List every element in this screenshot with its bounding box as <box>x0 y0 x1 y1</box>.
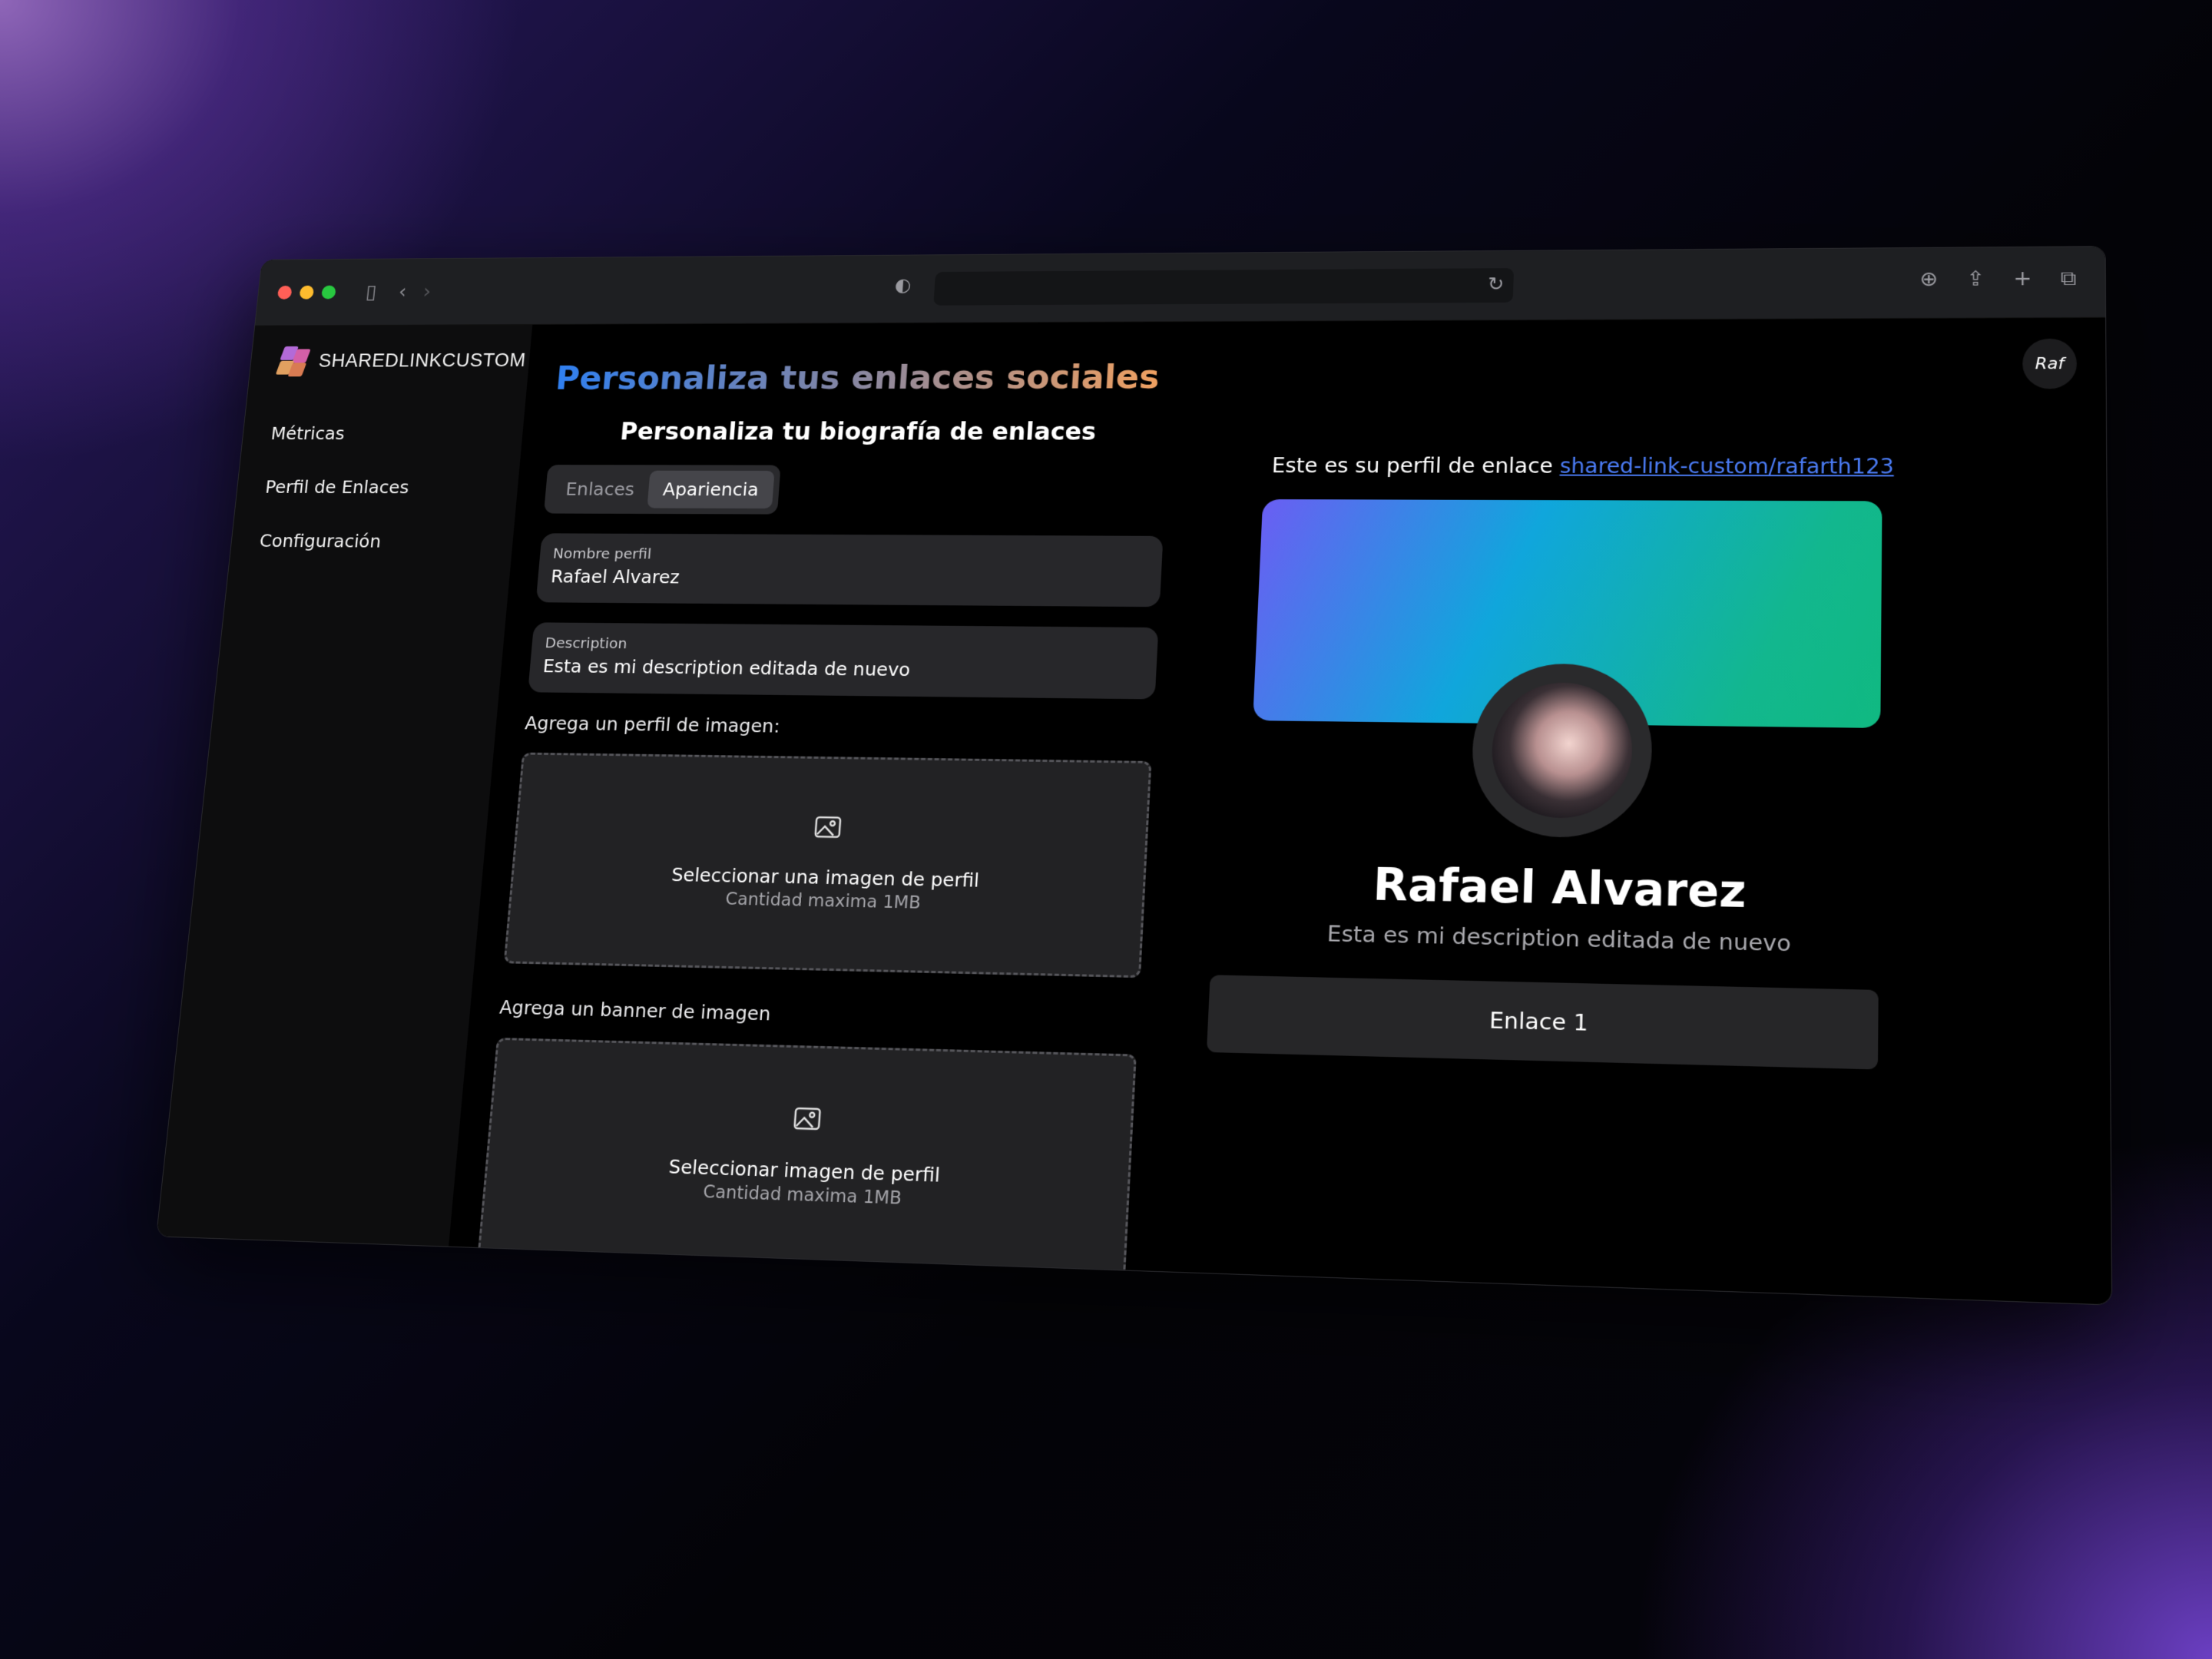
share-icon[interactable]: ⇪ <box>1966 267 1985 291</box>
sidebar-item-metricas[interactable]: Métricas <box>270 423 524 443</box>
maximize-window-button[interactable] <box>321 285 336 300</box>
image-icon <box>793 1106 822 1130</box>
preview-panel: Este es su perfil de enlace shared-link-… <box>1194 417 2078 1306</box>
profile-name-field[interactable]: Nombre perfil Rafael Alvarez <box>535 533 1164 608</box>
profile-link-line: Este es su perfil de enlace shared-link-… <box>1271 454 2074 479</box>
shield-icon[interactable]: ◐ <box>894 275 912 296</box>
close-window-button[interactable] <box>276 285 293 300</box>
page-title: Personaliza tus enlaces sociales <box>554 357 1161 397</box>
browser-window: ▯ ‹ › ◐ ↻ ⊕ ⇪ + ⧉ SHAREDLINKCUSTOM Métri… <box>155 246 2113 1306</box>
reload-icon[interactable]: ↻ <box>1488 274 1505 296</box>
editor-tabs: Enlaces Apariencia <box>543 465 781 515</box>
profile-name-input[interactable]: Rafael Alvarez <box>550 566 1147 591</box>
browser-titlebar: ▯ ‹ › ◐ ↻ ⊕ ⇪ + ⧉ <box>255 247 2106 326</box>
profile-link[interactable]: shared-link-custom/rafarth123 <box>1559 454 1894 478</box>
forward-icon[interactable]: › <box>422 280 432 303</box>
sidebar-item-configuracion[interactable]: Configuración <box>259 531 514 552</box>
tabs-icon[interactable]: ⧉ <box>2061 266 2077 291</box>
description-label: Description <box>544 634 628 652</box>
banner-image-dropzone[interactable]: Seleccionar imagen de perfil Cantidad ma… <box>477 1037 1137 1279</box>
main-content: Raf Personaliza tus enlaces sociales Per… <box>449 318 2111 1305</box>
preview-profile-description: Esta es mi description editada de nuevo <box>1326 920 1792 957</box>
back-icon[interactable]: ‹ <box>398 280 408 303</box>
profile-preview: Rafael Alvarez Esta es mi description ed… <box>1206 499 1883 1070</box>
banner-image-dropzone-limit: Cantidad maxima 1MB <box>702 1181 902 1209</box>
profile-link-intro: Este es su perfil de enlace <box>1271 453 1554 478</box>
editor-panel: Personaliza tu biografía de enlaces Enla… <box>475 418 1170 1306</box>
minimize-window-button[interactable] <box>299 285 315 300</box>
avatar-image <box>1490 681 1634 820</box>
sidebar-toggle-icon[interactable]: ▯ <box>365 280 378 303</box>
banner-image-section-label: Agrega un banner de imagen <box>498 996 772 1025</box>
profile-image-dropzone[interactable]: Seleccionar una imagen de perfil Cantida… <box>503 752 1152 979</box>
description-field[interactable]: Description Esta es mi description edita… <box>528 622 1159 700</box>
brand-name: SHAREDLINKCUSTOM <box>317 349 527 371</box>
app-body: SHAREDLINKCUSTOM Métricas Perfil de Enla… <box>156 318 2111 1305</box>
plus-icon[interactable]: + <box>2013 266 2032 290</box>
profile-image-dropzone-title: Seleccionar una imagen de perfil <box>671 863 980 892</box>
editor-subtitle: Personaliza tu biografía de enlaces <box>619 417 1098 446</box>
preview-profile-name: Rafael Alvarez <box>1372 858 1747 919</box>
preview-link-button[interactable]: Enlace 1 <box>1206 975 1879 1070</box>
browser-window-stage: ▯ ‹ › ◐ ↻ ⊕ ⇪ + ⧉ SHAREDLINKCUSTOM Métri… <box>155 246 2113 1306</box>
profile-image-dropzone-limit: Cantidad maxima 1MB <box>724 889 922 913</box>
brand[interactable]: SHAREDLINKCUSTOM <box>275 346 531 377</box>
address-bar[interactable]: ↻ <box>933 268 1515 306</box>
image-icon <box>813 816 842 839</box>
tab-apariencia[interactable]: Apariencia <box>647 470 775 509</box>
download-icon[interactable]: ⊕ <box>1919 267 1938 291</box>
user-avatar-button[interactable]: Raf <box>2022 338 2078 389</box>
profile-name-label: Nombre perfil <box>552 545 652 563</box>
profile-image-section-label: Agrega un perfil de imagen: <box>524 712 781 737</box>
logo-icon <box>275 346 311 377</box>
description-input[interactable]: Esta es mi description editada de nuevo <box>542 656 1144 683</box>
tab-enlaces[interactable]: Enlaces <box>550 470 651 508</box>
sidebar-item-perfil-de-enlaces[interactable]: Perfil de Enlaces <box>264 477 518 498</box>
